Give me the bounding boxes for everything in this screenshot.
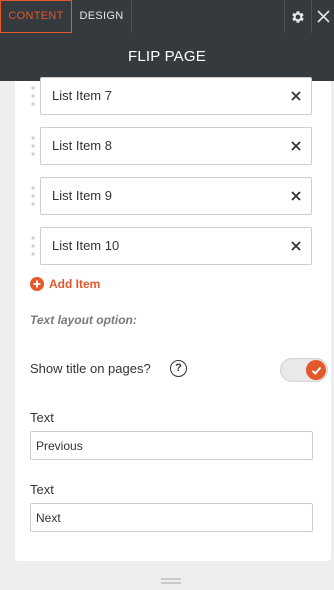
drag-handle-icon[interactable] [30, 135, 36, 157]
show-title-label: Show title on pages? [30, 361, 151, 376]
remove-icon[interactable] [289, 189, 303, 203]
plus-circle-icon [30, 277, 44, 291]
tab-design[interactable]: DESIGN [72, 0, 132, 33]
close-button[interactable] [313, 0, 334, 33]
previous-text-field[interactable] [30, 431, 313, 460]
settings-panel: List Item 7 List Item 8 List Item 9 List… [15, 77, 331, 561]
list-item-label: List Item 8 [52, 138, 112, 153]
next-text-label: Text [30, 482, 54, 497]
add-item-label: Add Item [49, 277, 101, 291]
list-item[interactable]: List Item 7 [40, 77, 312, 115]
list-item[interactable]: List Item 8 [40, 127, 312, 165]
remove-icon[interactable] [289, 139, 303, 153]
tab-content[interactable]: CONTENT [0, 0, 72, 33]
drag-handle-icon[interactable] [30, 85, 36, 107]
check-icon [311, 366, 321, 375]
settings-button[interactable] [284, 0, 312, 33]
show-title-row: Show title on pages? ? [30, 358, 328, 382]
section-title: Text layout option: [30, 313, 137, 327]
show-title-toggle[interactable] [280, 358, 328, 382]
gear-icon [292, 10, 304, 23]
list-item[interactable]: List Item 9 [40, 177, 312, 215]
next-text-field[interactable] [30, 503, 313, 532]
page-title: FLIP PAGE [0, 33, 334, 81]
list-item-label: List Item 7 [52, 88, 112, 103]
previous-text-label: Text [30, 410, 54, 425]
list-item[interactable]: List Item 10 [40, 227, 312, 265]
remove-icon[interactable] [289, 239, 303, 253]
top-toolbar: CONTENT DESIGN [0, 0, 334, 33]
close-icon [317, 10, 330, 23]
toggle-knob [306, 360, 326, 380]
add-item-button[interactable]: Add Item [30, 276, 100, 292]
list-item-label: List Item 10 [52, 238, 120, 253]
resize-handle-icon[interactable] [161, 578, 181, 584]
help-icon[interactable]: ? [170, 360, 187, 377]
remove-icon[interactable] [289, 89, 303, 103]
drag-handle-icon[interactable] [30, 235, 36, 257]
drag-handle-icon[interactable] [30, 185, 36, 207]
list-item-label: List Item 9 [52, 188, 112, 203]
